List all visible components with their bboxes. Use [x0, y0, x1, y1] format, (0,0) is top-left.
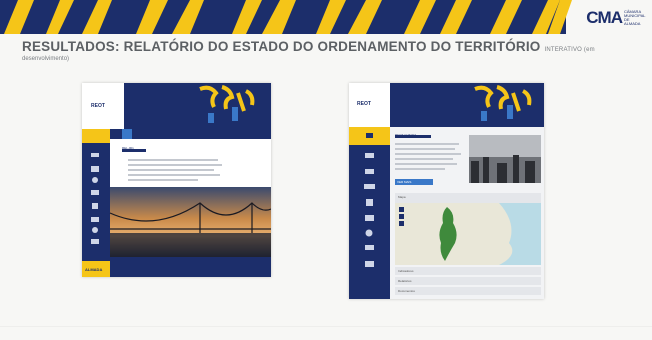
logo-subtext: CÂMARA MUNICIPAL DE ALMADA — [624, 9, 646, 26]
left-screenshot-canvas — [82, 83, 271, 277]
right-screenshot-canvas — [349, 83, 544, 299]
footer-divider — [0, 326, 652, 327]
right-map-label: Mapa — [398, 195, 406, 199]
left-brand: REOT — [91, 103, 105, 109]
left-section-heading: REL-001 — [122, 146, 134, 150]
slide-title: RESULTADOS: RELATÓRIO DO ESTADO DO ORDEN… — [22, 39, 595, 54]
right-brand: REOT — [357, 101, 371, 107]
cma-logo: CMA CÂMARA MUNICIPAL DE ALMADA — [586, 8, 646, 27]
left-footer-label: ALMADA — [85, 267, 103, 272]
header-banner: CMA CÂMARA MUNICIPAL DE ALMADA — [0, 0, 652, 34]
slide-subtitle: desenvolvimento) — [22, 56, 70, 62]
right-list-item-3[interactable]: Documentos — [398, 289, 415, 293]
left-screenshot: ALMADA REOT REL-001 — [82, 83, 271, 277]
right-list-item-2[interactable]: Relatórios — [398, 279, 412, 283]
right-section-heading: REOT ALMADA — [395, 133, 417, 137]
right-screenshot: REOT REOT ALMADA VER MAIS Mapa Indicador… — [349, 83, 544, 299]
slide-title-suffix: INTERATIVO (em — [544, 47, 595, 53]
right-list-item-1[interactable]: Indicadores — [398, 269, 414, 273]
slide-title-main: RESULTADOS: RELATÓRIO DO ESTADO DO ORDEN… — [22, 39, 541, 54]
banner-stripes — [0, 0, 652, 34]
logo-text: CMA — [586, 8, 623, 27]
right-more-button[interactable]: VER MAIS — [397, 180, 411, 184]
